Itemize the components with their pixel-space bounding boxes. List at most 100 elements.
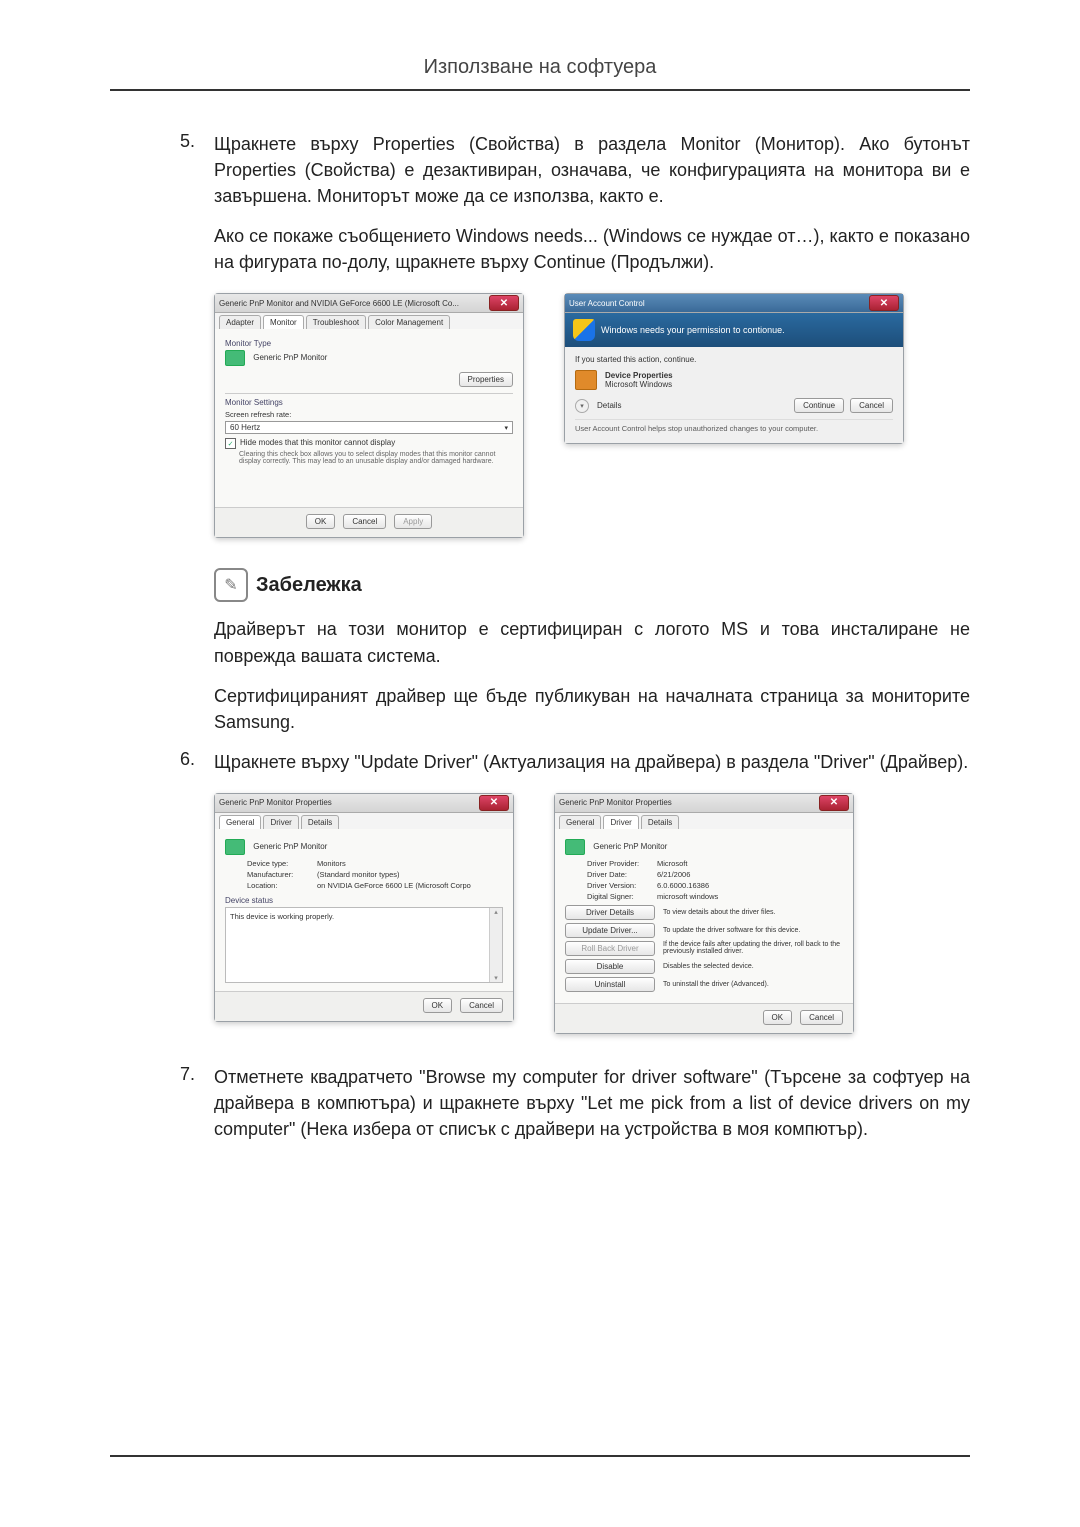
dialog-title: Generic PnP Monitor Properties — [559, 798, 819, 807]
tab-driver[interactable]: Driver — [603, 815, 638, 829]
step-5: 5. Щракнете върху Properties (Свойства) … — [180, 131, 970, 275]
footer-divider — [110, 1455, 970, 1457]
roll-back-driver-desc: If the device fails after updating the d… — [663, 941, 843, 955]
device-type-label: Device type: — [247, 859, 317, 868]
continue-button[interactable]: Continue — [794, 398, 844, 413]
hide-modes-description: Clearing this check box allows you to se… — [239, 451, 513, 465]
driver-details-button[interactable]: Driver Details — [565, 905, 655, 920]
note-icon: ✎ — [214, 568, 248, 602]
dialog-title: User Account Control — [569, 299, 869, 308]
tab-troubleshoot[interactable]: Troubleshoot — [306, 315, 366, 329]
roll-back-driver-button[interactable]: Roll Back Driver — [565, 941, 655, 956]
chevron-down-icon[interactable]: ▾ — [575, 399, 589, 413]
driver-provider-value: Microsoft — [657, 859, 843, 868]
tab-details[interactable]: Details — [301, 815, 339, 829]
ok-button[interactable]: OK — [423, 998, 453, 1013]
note-paragraph-2: Сертифицираният драйвер ще бъде публикув… — [214, 683, 970, 735]
note-title: Забележка — [256, 574, 362, 597]
device-properties-general-dialog: Generic PnP Monitor Properties ✕ General… — [214, 793, 514, 1022]
refresh-rate-value: 60 Hertz — [230, 423, 260, 432]
close-icon[interactable]: ✕ — [489, 295, 519, 311]
cancel-button[interactable]: Cancel — [850, 398, 893, 413]
step-7: 7. Отметнете квадратчето "Browse my comp… — [180, 1064, 970, 1142]
properties-button[interactable]: Properties — [459, 372, 513, 387]
digital-signer-label: Digital Signer: — [587, 892, 657, 901]
dialog-title: Generic PnP Monitor and NVIDIA GeForce 6… — [219, 299, 489, 308]
device-name: Generic PnP Monitor — [593, 842, 667, 851]
monitor-icon — [565, 839, 585, 855]
details-toggle[interactable]: Details — [597, 401, 621, 410]
tab-driver[interactable]: Driver — [263, 815, 298, 829]
uninstall-button[interactable]: Uninstall — [565, 977, 655, 992]
device-status-text: This device is working properly. — [230, 912, 334, 921]
tab-color-management[interactable]: Color Management — [368, 315, 450, 329]
monitor-settings-label: Monitor Settings — [225, 398, 513, 407]
device-status-label: Device status — [225, 896, 503, 905]
update-driver-button[interactable]: Update Driver... — [565, 923, 655, 938]
hide-modes-checkbox[interactable]: ✓ — [225, 438, 236, 449]
uac-program-name: Device Properties — [605, 371, 673, 380]
ok-button[interactable]: OK — [306, 514, 336, 529]
driver-version-label: Driver Version: — [587, 881, 657, 890]
step-number: 7. — [180, 1064, 214, 1085]
step-5-paragraph-2: Ако се покаже съобщението Windows needs.… — [214, 223, 970, 275]
close-icon[interactable]: ✕ — [869, 295, 899, 311]
step-6: 6. Щракнете върху "Update Driver" (Актуа… — [180, 749, 970, 775]
close-icon[interactable]: ✕ — [819, 795, 849, 811]
device-properties-driver-dialog: Generic PnP Monitor Properties ✕ General… — [554, 793, 854, 1034]
figure-row-1: Generic PnP Monitor and NVIDIA GeForce 6… — [214, 293, 970, 538]
manufacturer-label: Manufacturer: — [247, 870, 317, 879]
uac-dialog: User Account Control ✕ Windows needs you… — [564, 293, 904, 444]
manufacturer-value: (Standard monitor types) — [317, 870, 503, 879]
cancel-button[interactable]: Cancel — [343, 514, 386, 529]
driver-date-label: Driver Date: — [587, 870, 657, 879]
monitor-icon — [225, 839, 245, 855]
uac-headline: Windows needs your permission to contion… — [601, 325, 785, 335]
disable-desc: Disables the selected device. — [663, 963, 843, 970]
uac-publisher: Microsoft Windows — [605, 380, 673, 389]
step-6-paragraph-1: Щракнете върху "Update Driver" (Актуализ… — [214, 749, 970, 775]
device-type-value: Monitors — [317, 859, 503, 868]
tab-general[interactable]: General — [559, 815, 601, 829]
hide-modes-label: Hide modes that this monitor cannot disp… — [240, 438, 395, 447]
update-driver-desc: To update the driver software for this d… — [663, 927, 843, 934]
driver-version-value: 6.0.6000.16386 — [657, 881, 843, 890]
header-divider — [110, 89, 970, 91]
tab-general[interactable]: General — [219, 815, 261, 829]
tab-details[interactable]: Details — [641, 815, 679, 829]
uninstall-desc: To uninstall the driver (Advanced). — [663, 981, 843, 988]
step-5-paragraph-1: Щракнете върху Properties (Свойства) в р… — [214, 131, 970, 209]
monitor-properties-dialog: Generic PnP Monitor and NVIDIA GeForce 6… — [214, 293, 524, 538]
step-number: 6. — [180, 749, 214, 770]
cancel-button[interactable]: Cancel — [460, 998, 503, 1013]
scrollbar[interactable]: ▴▾ — [489, 908, 502, 982]
ok-button[interactable]: OK — [763, 1010, 793, 1025]
digital-signer-value: microsoft windows — [657, 892, 843, 901]
device-name: Generic PnP Monitor — [253, 842, 327, 851]
refresh-rate-label: Screen refresh rate: — [225, 410, 513, 419]
uac-footer-text: User Account Control helps stop unauthor… — [575, 419, 893, 433]
shield-icon — [573, 319, 595, 341]
monitor-icon — [225, 350, 245, 366]
tab-monitor[interactable]: Monitor — [263, 315, 304, 329]
location-value: on NVIDIA GeForce 6600 LE (Microsoft Cor… — [317, 881, 503, 890]
tab-adapter[interactable]: Adapter — [219, 315, 261, 329]
program-icon — [575, 370, 597, 390]
disable-button[interactable]: Disable — [565, 959, 655, 974]
driver-details-desc: To view details about the driver files. — [663, 909, 843, 916]
chevron-down-icon: ▾ — [504, 424, 508, 432]
note-paragraph-1: Драйверът на този монитор е сертифициран… — [214, 616, 970, 668]
monitor-type-value: Generic PnP Monitor — [253, 354, 327, 363]
apply-button[interactable]: Apply — [394, 514, 432, 529]
driver-date-value: 6/21/2006 — [657, 870, 843, 879]
driver-provider-label: Driver Provider: — [587, 859, 657, 868]
step-7-paragraph-1: Отметнете квадратчето "Browse my compute… — [214, 1064, 970, 1142]
close-icon[interactable]: ✕ — [479, 795, 509, 811]
page-title: Използване на софтуера — [110, 56, 970, 89]
device-status-box: This device is working properly. ▴▾ — [225, 907, 503, 983]
cancel-button[interactable]: Cancel — [800, 1010, 843, 1025]
refresh-rate-select[interactable]: 60 Hertz ▾ — [225, 421, 513, 434]
uac-subtext: If you started this action, continue. — [575, 355, 893, 364]
step-number: 5. — [180, 131, 214, 152]
dialog-title: Generic PnP Monitor Properties — [219, 798, 479, 807]
